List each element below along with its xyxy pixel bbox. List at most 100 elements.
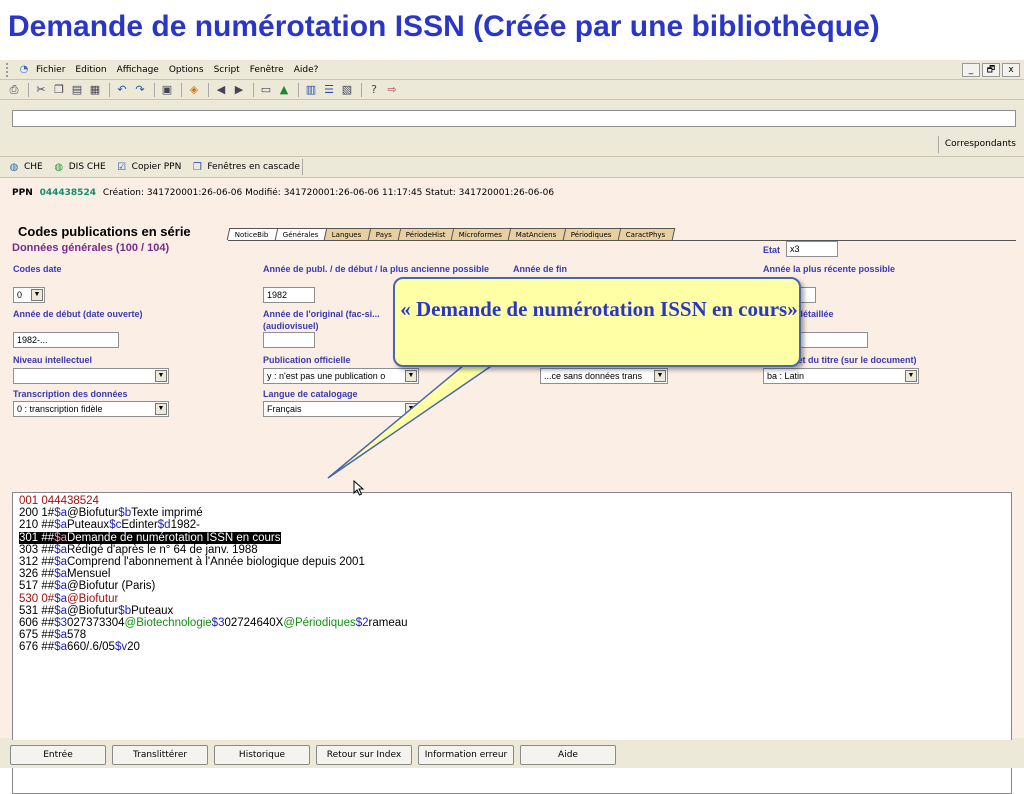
unimarc-segment: $b: [118, 604, 132, 617]
tab-microformes[interactable]: Microformes: [451, 228, 513, 240]
tab-matanciens[interactable]: MatAnciens: [508, 228, 568, 240]
annee-original-field[interactable]: [263, 332, 315, 348]
cascade-button[interactable]: ❐ Fenêtres en cascade: [191, 159, 303, 175]
unimarc-line[interactable]: 530 0#$a@Biofutur: [19, 593, 1005, 605]
back-icon[interactable]: ◀: [213, 82, 229, 98]
monitor-icon[interactable]: ▭: [258, 82, 274, 98]
aide-button[interactable]: Aide: [520, 745, 616, 765]
chevron-down-icon: ▼: [905, 370, 917, 382]
document-icon[interactable]: ▣: [159, 82, 175, 98]
unimarc-segment: $a: [54, 543, 67, 556]
publication-officielle-select[interactable]: y : n'est pas une publication o ▼: [263, 368, 419, 384]
che-button[interactable]: ◍ CHE: [8, 161, 43, 173]
close-button[interactable]: x: [1002, 63, 1020, 77]
unimarc-segment: $v: [114, 641, 128, 654]
unimarc-segment: @Biofutur: [66, 507, 119, 520]
langue-catalogage-select[interactable]: Français ▼: [263, 401, 419, 417]
unimarc-segment: 531 ##: [19, 604, 55, 617]
unimarc-line[interactable]: 675 ##$a578: [19, 629, 1005, 641]
menu-aide[interactable]: Aide?: [294, 65, 319, 75]
unimarc-segment: @Périodiques: [283, 617, 356, 630]
unimarc-segment: Puteaux: [66, 519, 110, 532]
unimarc-segment: $a: [54, 592, 67, 605]
unimarc-segment: $a: [54, 519, 67, 532]
print-icon[interactable]: ⎙: [6, 82, 22, 98]
unimarc-segment: Puteaux: [131, 604, 174, 617]
tab-caractphys[interactable]: CaractPhys: [617, 228, 676, 240]
correspondants-button[interactable]: Correspondants: [937, 136, 1022, 153]
niveau-label: Niveau intellectuel: [13, 355, 93, 365]
retour-index-button[interactable]: Retour sur Index: [316, 745, 412, 765]
menu-fichier[interactable]: Fichier: [36, 65, 65, 75]
help-icon[interactable]: ?: [366, 82, 382, 98]
chart-icon[interactable]: ▲: [276, 82, 292, 98]
menu-fenetre[interactable]: Fenêtre: [250, 65, 284, 75]
annee-publ-label: Année de publ. / de début / la plus anci…: [263, 264, 490, 274]
unimarc-segment: $d: [157, 519, 171, 532]
transcription-select[interactable]: 0 : transcription fidèle ▼: [13, 401, 169, 417]
paste-icon[interactable]: ▤: [69, 82, 85, 98]
unimarc-line[interactable]: 531 ##$a@Biofutur$bPuteaux: [19, 605, 1005, 617]
menu-options[interactable]: Options: [169, 65, 204, 75]
tab-pays[interactable]: Pays: [367, 228, 402, 240]
forward-icon[interactable]: ▶: [231, 82, 247, 98]
entree-button[interactable]: Entrée: [10, 745, 106, 765]
unimarc-segment: 530 0#: [19, 592, 55, 605]
arrow-icon[interactable]: ⇨: [384, 82, 400, 98]
grid-icon[interactable]: ▥: [303, 82, 319, 98]
annee-publ-field[interactable]: 1982: [263, 287, 315, 303]
bottom-button-bar: Entrée Translittérer Historique Retour s…: [0, 740, 1024, 768]
niveau-select[interactable]: ▼: [13, 368, 169, 384]
unimarc-line[interactable]: 301 ##$aDemande de numérotation ISSN en …: [19, 531, 1005, 544]
menu-affichage[interactable]: Affichage: [117, 65, 159, 75]
unimarc-segment: $a: [54, 568, 67, 581]
unimarc-line[interactable]: 676 ##$a660/.6/05$v20: [19, 641, 1005, 653]
undo-icon[interactable]: ↶: [114, 82, 130, 98]
toolbar-separator: [181, 82, 182, 97]
tab-periodehist[interactable]: PériodeHist: [397, 228, 456, 240]
tab-noticebib[interactable]: NoticeBib: [226, 228, 279, 240]
restore-button[interactable]: 🗗: [982, 63, 1000, 77]
list-icon[interactable]: ☰: [321, 82, 337, 98]
toolbar-separator: [208, 82, 209, 97]
paint-icon[interactable]: ◈: [186, 82, 202, 98]
tab-label: NoticeBib: [234, 231, 269, 239]
minimize-button[interactable]: _: [962, 63, 980, 77]
alphabet-titre-select[interactable]: ba : Latin ▼: [763, 368, 919, 384]
copier-ppn-label: Copier PPN: [131, 162, 182, 172]
tab-langues[interactable]: Langues: [323, 228, 372, 240]
unimarc-line[interactable]: 606 ##$3027373304@Biotechnologie$3027246…: [19, 617, 1005, 629]
information-erreur-button[interactable]: Information erreur: [418, 745, 514, 765]
unimarc-line[interactable]: 200 1#$a@Biofutur$bTexte imprimé: [19, 507, 1005, 519]
tabs-divider: [228, 240, 1016, 241]
menu-edition[interactable]: Edition: [75, 65, 106, 75]
tab-generales[interactable]: Générales: [274, 228, 329, 240]
redo-icon[interactable]: ↷: [132, 82, 148, 98]
unimarc-line[interactable]: 303 ##$aRédigé d'après le n° 64 de janv.…: [19, 544, 1005, 556]
unimarc-segment: $a: [54, 507, 67, 520]
unimarc-line[interactable]: 001 044438524: [19, 495, 1005, 507]
unimarc-line[interactable]: 210 ##$aPuteaux$cEdinter$d1982-: [19, 519, 1005, 531]
tab-periodiques[interactable]: Périodiques: [562, 228, 622, 240]
clipboard-icon[interactable]: ▦: [87, 82, 103, 98]
unimarc-line[interactable]: 312 ##$aComprend l'abonnement à l'Année …: [19, 556, 1005, 568]
codes-title: Codes publications en série: [18, 224, 191, 239]
translitterer-button[interactable]: Translittérer: [112, 745, 208, 765]
copier-ppn-button[interactable]: ☑ Copier PPN: [116, 161, 182, 173]
copy-icon[interactable]: ❐: [51, 82, 67, 98]
unimarc-line[interactable]: 517 ##$a@Biofutur (Paris): [19, 580, 1005, 592]
unimarc-line[interactable]: 326 ##$aMensuel: [19, 568, 1005, 580]
menu-script[interactable]: Script: [214, 65, 240, 75]
unimarc-segment: $a: [54, 580, 67, 593]
codes-date-select[interactable]: 0 ▼: [13, 287, 45, 303]
dis-che-button[interactable]: ◍ DIS CHE: [53, 161, 105, 173]
historique-button[interactable]: Historique: [214, 745, 310, 765]
unimarc-segment: 200 1#: [19, 507, 55, 520]
codes-date-value: 0: [17, 290, 23, 300]
etat-field[interactable]: x3: [786, 241, 838, 257]
command-input[interactable]: [12, 110, 1016, 127]
annee-debut-field[interactable]: 1982-...: [13, 332, 119, 348]
page-icon[interactable]: ▧: [339, 82, 355, 98]
middle-select[interactable]: ...ce sans données trans ▼: [540, 368, 668, 384]
cut-icon[interactable]: ✂: [33, 82, 49, 98]
